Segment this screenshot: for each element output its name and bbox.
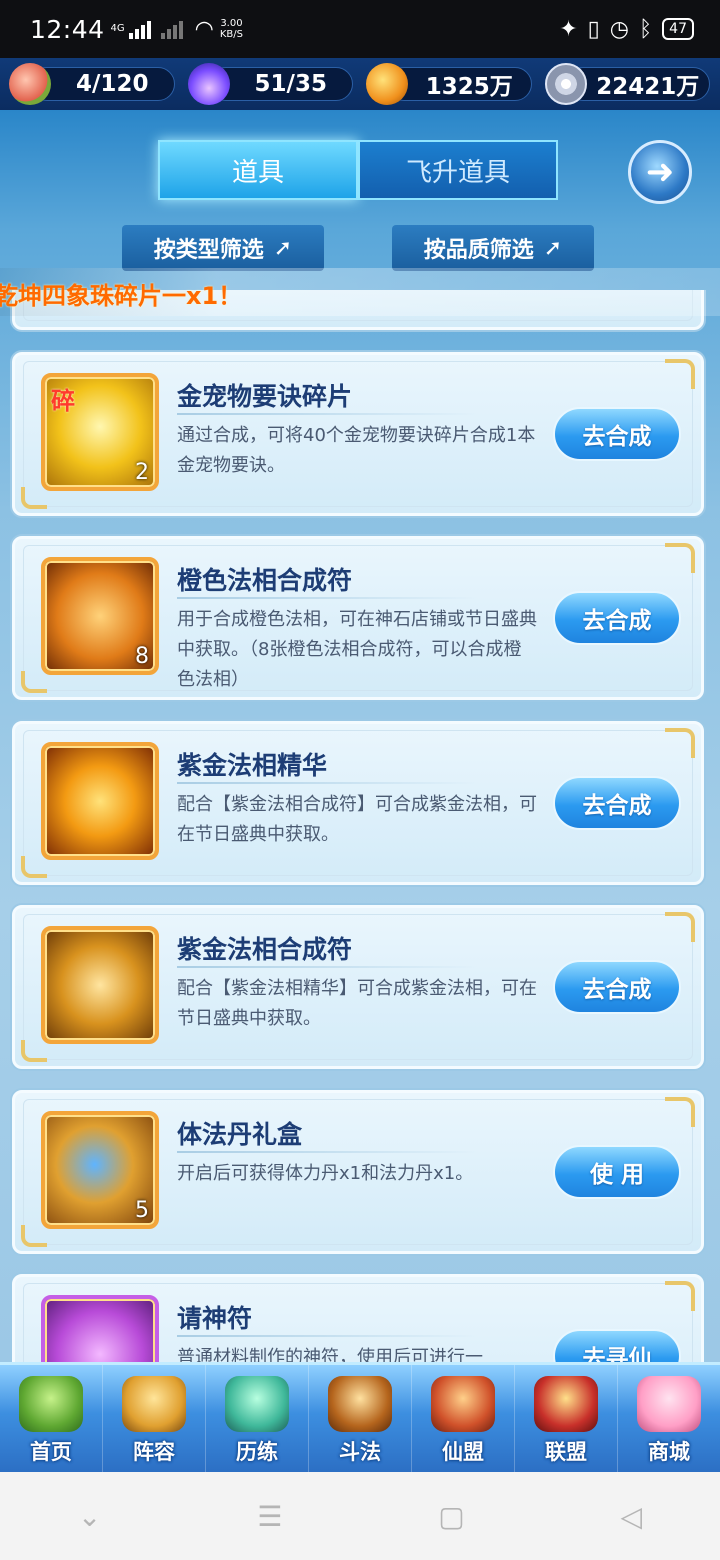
item-description: 配合【紫金法相精华】可合成紫金法相，可在节日盛典中获取。 [177, 978, 537, 1029]
wifi-icon: ◠ [194, 16, 214, 42]
resource-peach[interactable]: 4/120 [9, 63, 175, 105]
purple-gold-talisman-icon[interactable] [41, 926, 159, 1044]
resource-coin[interactable]: 22421万 [544, 63, 710, 105]
tab-items[interactable]: 道具 [158, 140, 358, 200]
item-description: 通过合成，可将40个金宠物要诀碎片合成1本金宠物要诀。 [177, 425, 536, 476]
item-title: 橙色法相合成符 [177, 566, 353, 595]
item-title: 体法丹礼盒 [177, 1120, 303, 1149]
gold-icon [366, 63, 408, 105]
alarm-icon: ◷ [609, 16, 629, 42]
system-announcement: 乾坤四象珠碎片一x1！ [0, 268, 720, 316]
essence-drop-icon[interactable] [41, 742, 159, 860]
gourd-icon [225, 1376, 289, 1432]
net-speed: 3.00 KB/S [219, 18, 244, 40]
gamepad-icon: ✦ [559, 16, 578, 42]
back-arrow-icon: ➜ [645, 152, 675, 192]
item-title: 金宠物要诀碎片 [177, 382, 353, 411]
battery-icon: 47 [662, 18, 694, 40]
item-title: 紫金法相合成符 [177, 935, 353, 964]
list-item: 碎 2 金宠物要诀碎片 通过合成，可将40个金宠物要诀碎片合成1本金宠物要诀。 … [12, 352, 704, 516]
nav-guild[interactable]: 仙盟 [412, 1365, 515, 1472]
item-tabs: 道具 飞升道具 [158, 140, 558, 200]
nav-training[interactable]: 历练 [206, 1365, 309, 1472]
resource-spirit[interactable]: 51/35 [187, 63, 353, 105]
island-icon [19, 1376, 83, 1432]
chevron-down-icon[interactable]: ⌄ [78, 1500, 101, 1533]
spirit-flame-icon [187, 63, 230, 105]
back-triangle-icon[interactable]: ◁ [621, 1500, 643, 1533]
synthesize-button[interactable]: 去合成 [553, 591, 681, 645]
vibrate-icon: ▯ [587, 16, 600, 42]
bottom-nav: 首页 阵容 历练 斗法 仙盟 联盟 商城 [0, 1362, 720, 1472]
home-square-icon[interactable]: ▢ [438, 1500, 464, 1533]
item-title: 请神符 [177, 1304, 253, 1333]
network-type: 4G [110, 23, 125, 34]
list-item: 8 橙色法相合成符 用于合成橙色法相，可在神石店铺或节日盛典中获取。（8张橙色法… [12, 536, 704, 700]
menu-icon[interactable]: ☰ [257, 1500, 282, 1533]
status-time: 12:44 [30, 14, 105, 44]
nav-shop[interactable]: 商城 [618, 1365, 720, 1472]
summon-talisman-icon[interactable] [41, 1295, 159, 1362]
yin-yang-icon [122, 1376, 186, 1432]
tab-flying-items[interactable]: 飞升道具 [358, 140, 558, 200]
item-description: 配合【紫金法相合成符】可合成紫金法相，可在节日盛典中获取。 [177, 794, 537, 845]
nav-battle[interactable]: 斗法 [309, 1365, 412, 1472]
nav-lineup[interactable]: 阵容 [103, 1365, 206, 1472]
pet-scroll-fragment-icon[interactable]: 碎 2 [41, 373, 159, 491]
resource-gold[interactable]: 1325万 [366, 63, 532, 105]
use-button[interactable]: 使 用 [553, 1145, 681, 1199]
list-item: 5 体法丹礼盒 开启后可获得体力丹x1和法力丹x1。 使 用 [12, 1090, 704, 1254]
signal-icon [128, 19, 151, 39]
item-title: 紫金法相精华 [177, 751, 328, 780]
item-description: 普通材料制作的神符，使用后可进行一 [177, 1347, 483, 1362]
shop-girl-icon [637, 1376, 701, 1432]
banner-icon [534, 1376, 598, 1432]
arrow-icon: ➚ [273, 235, 293, 261]
item-description: 开启后可获得体力丹x1和法力丹x1。 [177, 1163, 474, 1184]
arrow-icon: ➚ [543, 235, 563, 261]
peach-icon [9, 63, 51, 105]
filter-by-type-button[interactable]: 按类型筛选 ➚ [122, 225, 324, 271]
resource-bar: 4/120 51/35 1325万 22421万 [0, 58, 720, 110]
treasure-box-icon[interactable]: 5 [41, 1111, 159, 1229]
filter-by-quality-button[interactable]: 按品质筛选 ➚ [392, 225, 594, 271]
list-item: 请神符 普通材料制作的神符，使用后可进行一 去寻仙 [12, 1274, 704, 1362]
synthesize-button[interactable]: 去合成 [553, 407, 681, 461]
synthesize-button[interactable]: 去合成 [553, 960, 681, 1014]
orange-talisman-icon[interactable]: 8 [41, 557, 159, 675]
nav-alliance[interactable]: 联盟 [515, 1365, 618, 1472]
bluetooth-icon: ᛒ [638, 16, 653, 42]
signal-secondary-icon [160, 19, 183, 39]
status-bar: 12:44 4G ◠ 3.00 KB/S ✦ ▯ ◷ ᛒ 47 [0, 0, 720, 58]
nav-home[interactable]: 首页 [0, 1365, 103, 1472]
item-description: 用于合成橙色法相，可在神石店铺或节日盛典中获取。（8张橙色法相合成符，可以合成橙… [177, 609, 537, 690]
synthesize-button[interactable]: 去合成 [553, 776, 681, 830]
palace-icon [431, 1376, 495, 1432]
item-list[interactable]: 碎 2 金宠物要诀碎片 通过合成，可将40个金宠物要诀碎片合成1本金宠物要诀。 … [0, 290, 720, 1362]
silver-coin-icon [544, 63, 587, 105]
list-item: 紫金法相精华 配合【紫金法相合成符】可合成紫金法相，可在节日盛典中获取。 去合成 [12, 721, 704, 885]
list-item: 紫金法相合成符 配合【紫金法相精华】可合成紫金法相，可在节日盛典中获取。 去合成 [12, 905, 704, 1069]
back-button[interactable]: ➜ [628, 140, 692, 204]
seek-immortal-button[interactable]: 去寻仙 [553, 1329, 681, 1362]
system-nav-bar: ⌄ ☰ ▢ ◁ [0, 1472, 720, 1560]
sword-icon [328, 1376, 392, 1432]
